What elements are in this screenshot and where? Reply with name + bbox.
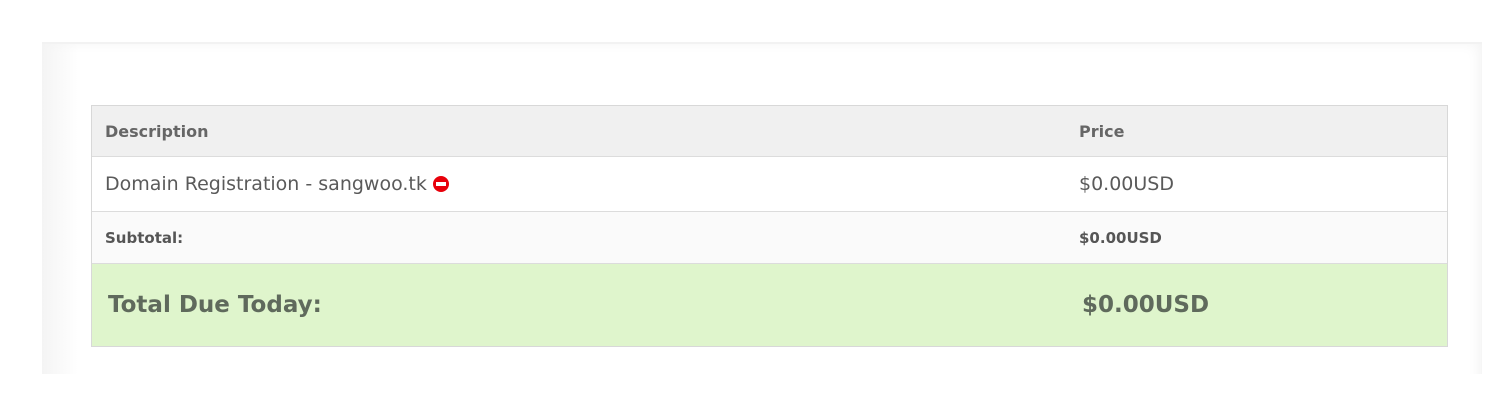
item-description: Domain Registration - sangwoo.tk bbox=[105, 173, 427, 195]
description-column-header: Description bbox=[105, 121, 209, 141]
subtotal-value: $0.00USD bbox=[1079, 228, 1162, 247]
total-due-row: Total Due Today: $0.00USD bbox=[92, 264, 1447, 346]
subtotal-label: Subtotal: bbox=[105, 228, 184, 247]
table-header-row: Description Price bbox=[92, 106, 1447, 157]
total-due-label: Total Due Today: bbox=[108, 292, 322, 318]
content-panel: Description Price Domain Registration - … bbox=[42, 42, 1482, 374]
item-price: $0.00USD bbox=[1079, 173, 1174, 195]
item-description-cell: Domain Registration - sangwoo.tk bbox=[105, 157, 449, 211]
total-due-value: $0.00USD bbox=[1082, 292, 1210, 318]
price-column-header: Price bbox=[1079, 121, 1125, 141]
order-summary-table: Description Price Domain Registration - … bbox=[91, 105, 1448, 347]
remove-circle-icon[interactable] bbox=[432, 176, 449, 192]
subtotal-row: Subtotal: $0.00USD bbox=[92, 212, 1447, 264]
table-row: Domain Registration - sangwoo.tk $0.00US… bbox=[92, 157, 1447, 212]
panel-shadow bbox=[42, 44, 78, 374]
